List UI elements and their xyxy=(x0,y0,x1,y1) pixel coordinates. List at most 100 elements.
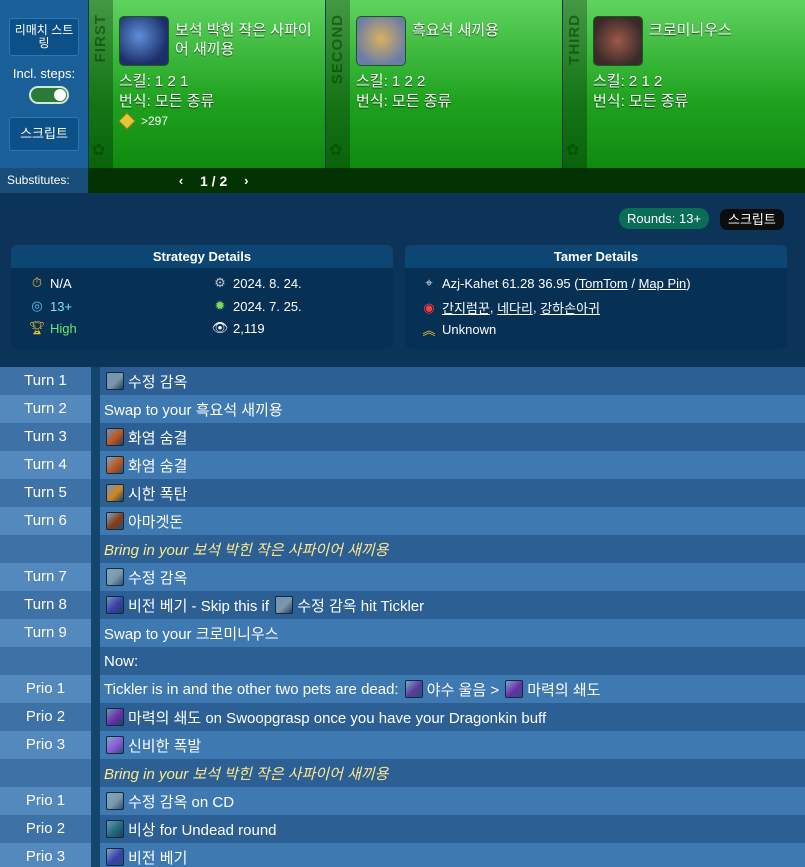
rating-value: High xyxy=(50,320,77,336)
turn-label: Prio 3 xyxy=(0,731,91,759)
trophy-icon: 🏆︎ xyxy=(28,320,46,335)
ability-icon[interactable] xyxy=(106,512,124,530)
row-separator xyxy=(91,367,100,395)
level-requirement: >297 xyxy=(118,112,169,130)
instruction-text: 수정 감옥 xyxy=(128,373,188,391)
page-indicator: 1 / 2 xyxy=(200,172,228,189)
rounds-badge: Rounds: 13+ xyxy=(619,208,710,229)
enemy-pet-link[interactable]: 간지럼꾼 xyxy=(442,298,490,317)
turn-row: Turn 5 시한 폭탄 xyxy=(0,479,805,507)
row-separator xyxy=(91,731,100,759)
substitutes-pager: ‹ 1 / 2 › xyxy=(170,168,257,193)
turn-instruction: 비전 베기 xyxy=(100,843,805,867)
level-value: >297 xyxy=(141,114,169,128)
ability-icon[interactable] xyxy=(106,708,124,726)
slot-label: FIRST xyxy=(92,14,109,63)
pet-portrait[interactable] xyxy=(119,16,169,66)
panel-title: Strategy Details xyxy=(11,245,393,268)
turn-label: Turn 4 xyxy=(0,451,91,479)
ability-icon[interactable] xyxy=(106,848,124,866)
incl-steps-toggle[interactable] xyxy=(29,86,69,104)
ability-icon[interactable] xyxy=(505,680,524,698)
ability-icon[interactable] xyxy=(106,428,124,446)
rematch-string-button[interactable]: 리매치 스트링 xyxy=(9,18,79,56)
turn-label: Turn 2 xyxy=(0,395,91,423)
row-separator xyxy=(91,759,100,787)
row-separator xyxy=(91,423,100,451)
row-separator xyxy=(91,647,100,675)
pet-name[interactable]: 보석 박힌 작은 사파이어 새끼용 xyxy=(175,21,325,59)
views-value: 2,119 xyxy=(233,320,265,336)
turn-row: Turn 7 수정 감옥 xyxy=(0,563,805,591)
pet-name[interactable]: 크로미니우스 xyxy=(649,21,799,40)
instruction-text: 수정 감옥 on CD xyxy=(128,793,235,811)
row-separator xyxy=(91,815,100,843)
row-separator xyxy=(91,507,100,535)
link-separator: / xyxy=(627,275,639,291)
instruction-text: 야수 울음 > xyxy=(426,681,504,699)
pet-skills: 스킬: 2 1 2 xyxy=(593,73,663,90)
turn-label: Prio 2 xyxy=(0,703,91,731)
row-separator xyxy=(91,787,100,815)
turn-instruction: 수정 감옥 xyxy=(100,367,805,395)
enemy-pet-link[interactable]: 강하손아귀 xyxy=(540,298,600,317)
pet-portrait[interactable] xyxy=(593,16,643,66)
updated-value: 2024. 8. 24. xyxy=(233,275,302,291)
ability-icon[interactable] xyxy=(106,792,124,810)
turn-instruction: 수정 감옥 xyxy=(100,563,805,591)
turn-label: Prio 2 xyxy=(0,815,91,843)
instruction-text: 수정 감옥 xyxy=(128,569,188,587)
turn-row: Turn 2 Swap to your 흑요석 새끼용 xyxy=(0,395,805,423)
prev-page-button[interactable]: ‹ xyxy=(170,173,192,188)
enemy-pet-link[interactable]: 네다리 xyxy=(497,298,533,317)
ability-icon[interactable] xyxy=(106,372,124,390)
ability-icon[interactable] xyxy=(106,736,124,754)
slot-band: FIRST ✿ xyxy=(89,0,113,168)
views-row: 👁︎ 2,119 xyxy=(212,320,265,336)
turn-row: Turn 9 Swap to your 크로미니우스 xyxy=(0,619,805,647)
instruction-text: Bring in your 보석 박힌 작은 사파이어 새끼용 xyxy=(104,765,389,783)
map-pin-link[interactable]: Map Pin xyxy=(639,276,687,291)
rounds-row: ◎ 13+ xyxy=(29,298,72,314)
ability-icon[interactable] xyxy=(404,680,423,698)
ability-icon[interactable] xyxy=(106,568,124,586)
row-separator xyxy=(91,395,100,423)
tomtom-link[interactable]: TomTom xyxy=(579,276,628,291)
comma: , xyxy=(532,300,541,315)
row-separator xyxy=(91,843,100,867)
location-text: Azj-Kahet 61.28 36.95 ( xyxy=(442,275,579,291)
ability-icon[interactable] xyxy=(106,456,124,474)
next-page-button[interactable]: › xyxy=(235,173,257,188)
pet-portrait[interactable] xyxy=(356,16,406,66)
level-value: Unknown xyxy=(442,321,497,337)
instruction-text: 시한 폭탄 xyxy=(128,485,188,503)
row-separator xyxy=(91,675,100,703)
instruction-text: 수정 감옥 hit Tickler xyxy=(297,597,425,615)
ability-icon[interactable] xyxy=(106,820,124,838)
turn-row: Prio 2 비상 for Undead round xyxy=(0,815,805,843)
pet-name[interactable]: 흑요석 새끼용 xyxy=(412,21,562,40)
instruction-text: Swap to your 크로미니우스 xyxy=(104,625,279,643)
pet-breed: 번식: 모든 종류 xyxy=(356,93,452,110)
ability-icon[interactable] xyxy=(275,596,294,614)
turn-label: Turn 9 xyxy=(0,619,91,647)
pet-slot-third: THIRD ✿ 크로미니우스 스킬: 2 1 2 번식: 모든 종류 xyxy=(563,0,805,168)
ability-icon[interactable] xyxy=(106,484,124,502)
turn-instruction: 화염 숨결 xyxy=(100,423,805,451)
script-button[interactable]: 스크립트 xyxy=(9,117,79,151)
turn-instruction: 아마겟돈 xyxy=(100,507,805,535)
turn-label: Turn 7 xyxy=(0,563,91,591)
script-badge-button[interactable]: 스크립트 xyxy=(720,209,784,230)
updated-row: ⚙ 2024. 8. 24. xyxy=(212,275,302,291)
instruction-text: 신비한 폭발 xyxy=(128,737,202,755)
substitutes-label: Substitutes: xyxy=(0,168,88,193)
ability-icon[interactable] xyxy=(106,596,124,614)
row-separator xyxy=(91,563,100,591)
turn-label: Turn 1 xyxy=(0,367,91,395)
turn-instruction: Now: xyxy=(100,647,805,675)
instruction-text: Tickler is in and the other two pets are… xyxy=(104,680,403,698)
pet-breed: 번식: 모든 종류 xyxy=(119,93,215,110)
slot-band: SECOND ✿ xyxy=(326,0,350,168)
turn-row: Turn 4 화염 숨결 xyxy=(0,451,805,479)
pet-skills: 스킬: 1 2 2 xyxy=(356,73,426,90)
